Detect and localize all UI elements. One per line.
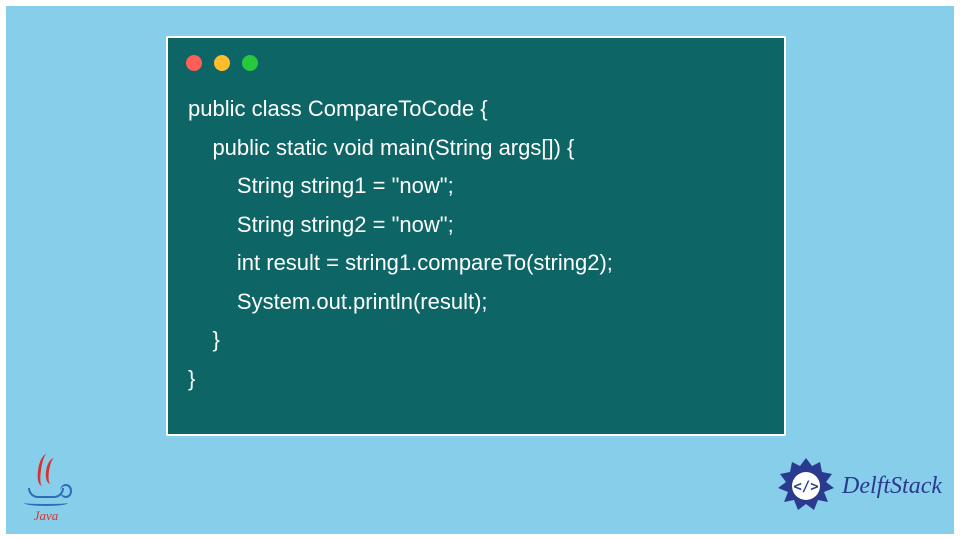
code-line: System.out.println(result); — [188, 289, 488, 314]
code-window: public class CompareToCode { public stat… — [166, 36, 786, 436]
window-titlebar — [168, 48, 784, 78]
delftstack-logo: </> DelftStack — [776, 456, 942, 516]
close-icon — [186, 55, 202, 71]
java-logo-label: Java — [34, 508, 59, 524]
code-line: String string2 = "now"; — [188, 212, 454, 237]
delftstack-emblem-icon: </> — [776, 456, 836, 516]
java-saucer-icon — [24, 500, 68, 506]
svg-text:</>: </> — [793, 479, 818, 495]
maximize-icon — [242, 55, 258, 71]
code-line: } — [188, 327, 220, 352]
code-line: public class CompareToCode { — [188, 96, 488, 121]
java-logo: Java — [20, 452, 72, 524]
code-line: } — [188, 366, 195, 391]
minimize-icon — [214, 55, 230, 71]
code-line: public static void main(String args[]) { — [188, 135, 574, 160]
slide-canvas: public class CompareToCode { public stat… — [0, 0, 960, 540]
java-steam-icon — [32, 452, 60, 492]
code-block: public class CompareToCode { public stat… — [168, 78, 784, 418]
java-cup-icon — [28, 488, 64, 498]
code-line: int result = string1.compareTo(string2); — [188, 250, 613, 275]
code-line: String string1 = "now"; — [188, 173, 454, 198]
delftstack-logo-text: DelftStack — [842, 473, 942, 500]
